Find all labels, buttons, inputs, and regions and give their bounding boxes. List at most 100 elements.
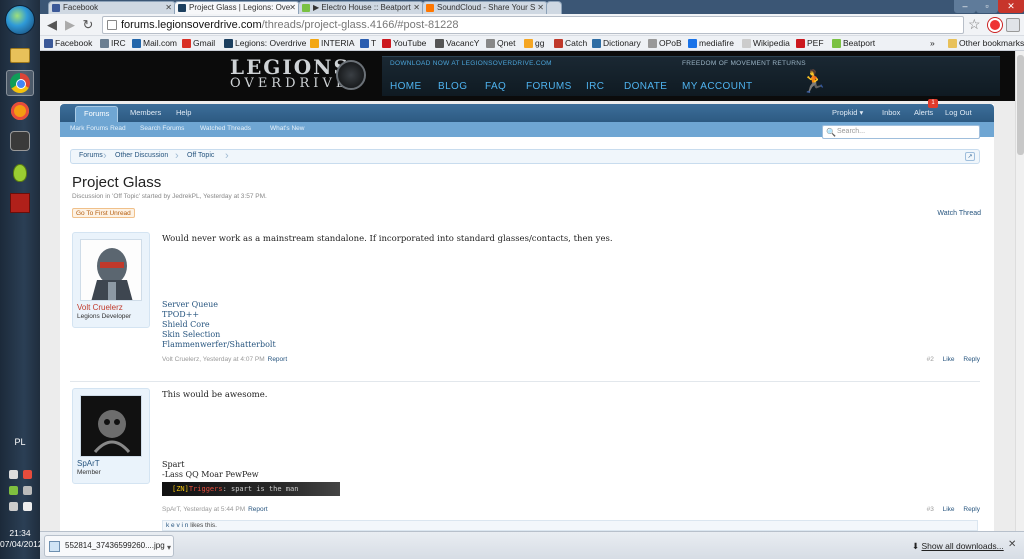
tab-help[interactable]: Help	[176, 108, 191, 117]
bookmark-youtube[interactable]: YouTube	[382, 38, 426, 48]
sig-link-server-queue[interactable]: Server Queue	[162, 300, 218, 309]
tab-soundcloud[interactable]: SoundCloud - Share Your S ✕	[422, 1, 548, 14]
tray-usb-icon[interactable]	[9, 502, 18, 511]
back-button[interactable]: ◀	[44, 17, 60, 33]
system-clock[interactable]: 21:34 07/04/2012	[0, 528, 43, 550]
tab-members[interactable]: Members	[130, 108, 161, 117]
report-link[interactable]: Report	[248, 506, 268, 513]
download-item[interactable]: 552814_37436599260....jpg ▾	[44, 535, 174, 557]
site-nav-account[interactable]: MY ACCOUNT	[682, 81, 753, 92]
tab-forums[interactable]: Forums	[75, 106, 119, 122]
post-username[interactable]: SpArT	[77, 459, 100, 468]
reply-link[interactable]: Reply	[963, 356, 980, 363]
site-nav-home[interactable]: HOME	[390, 81, 422, 92]
search-input[interactable]: 🔍 Search...	[822, 125, 980, 139]
bookmark-facebook[interactable]: Facebook	[44, 38, 92, 48]
bookmark-dictionary[interactable]: Dictionary	[592, 38, 641, 48]
close-icon[interactable]: ✕	[537, 2, 544, 14]
bookmark-pef[interactable]: PEF	[796, 38, 824, 48]
download-tagline[interactable]: DOWNLOAD NOW AT LEGIONSOVERDRIVE.COM	[390, 60, 552, 67]
forward-button[interactable]: ▶	[62, 17, 78, 33]
like-link[interactable]: Like	[943, 356, 955, 363]
bookmark-mediafire[interactable]: mediafire	[688, 38, 734, 48]
bookmark-vacancy[interactable]: VacancY	[435, 38, 479, 48]
likes-user-link[interactable]: k e v i n	[166, 522, 188, 529]
adblock-icon[interactable]	[988, 18, 1002, 32]
inbox-link[interactable]: Inbox	[882, 108, 900, 117]
close-icon[interactable]: ✕	[289, 2, 296, 14]
sig-link-flammenwerfer[interactable]: Flammenwerfer/Shatterbolt	[162, 340, 276, 349]
bookmark-mail[interactable]: Mail.com	[132, 38, 177, 48]
tab-project-glass[interactable]: Project Glass | Legions: Ove ✕	[174, 1, 300, 14]
download-menu-chevron-icon[interactable]: ▾	[167, 538, 171, 558]
avatar[interactable]	[80, 395, 142, 457]
post-number[interactable]: #2	[927, 356, 934, 363]
tray-antivirus-icon[interactable]	[23, 470, 32, 479]
crumb-other-discussion[interactable]: Other Discussion	[109, 152, 174, 159]
site-nav-irc[interactable]: IRC	[586, 81, 604, 92]
language-indicator[interactable]: PL	[0, 437, 40, 447]
bookmarks-overflow-button[interactable]: »	[930, 38, 935, 48]
bookmark-beatport[interactable]: Beatport	[832, 38, 875, 48]
reply-link[interactable]: Reply	[963, 506, 980, 513]
bookmark-irc[interactable]: IRC	[100, 38, 126, 48]
taskbar-steam[interactable]	[6, 128, 34, 154]
crumb-off-topic[interactable]: Off Topic	[181, 152, 220, 159]
alerts-link[interactable]: Alerts	[914, 108, 933, 117]
whats-new-link[interactable]: What's New	[270, 125, 304, 132]
taskbar-explorer[interactable]	[6, 42, 34, 68]
sig-link-skin-selection[interactable]: Skin Selection	[162, 330, 220, 339]
new-tab-button[interactable]	[546, 1, 562, 14]
bookmark-gmail[interactable]: Gmail	[182, 38, 215, 48]
user-menu[interactable]: Propkid ▾	[832, 108, 863, 117]
tab-beatport[interactable]: ▶ Electro House :: Beatport ✕	[298, 1, 424, 14]
bookmark-opob[interactable]: OPoB	[648, 38, 682, 48]
site-nav-forums[interactable]: FORUMS	[526, 81, 572, 92]
taskbar-sun-app[interactable]	[6, 98, 34, 124]
post-username[interactable]: Volt Cruelerz	[77, 303, 123, 312]
logout-link[interactable]: Log Out	[945, 108, 972, 117]
post-author-date[interactable]: SpArT, Yesterday at 5:44 PM	[162, 506, 245, 513]
close-window-button[interactable]: ✕	[998, 0, 1024, 13]
page-scrollbar[interactable]	[1015, 51, 1024, 531]
close-icon[interactable]: ✕	[413, 2, 420, 14]
search-forums-link[interactable]: Search Forums	[140, 125, 184, 132]
show-all-downloads-link[interactable]: ⬇ Show all downloads...	[912, 541, 1004, 552]
taskbar-chrome[interactable]	[6, 70, 34, 96]
watched-threads-link[interactable]: Watched Threads	[200, 125, 251, 132]
tab-facebook[interactable]: Facebook ✕	[48, 1, 176, 14]
jump-menu-icon[interactable]: ↗	[965, 152, 975, 161]
other-bookmarks[interactable]: Other bookmarks	[948, 38, 1024, 48]
bookmark-interia[interactable]: INTERIA	[310, 38, 355, 48]
scrollbar-thumb[interactable]	[1017, 55, 1024, 155]
close-icon[interactable]: ✕	[1008, 539, 1016, 550]
sig-link-tpod[interactable]: TPOD++	[162, 310, 199, 319]
report-link[interactable]: Report	[268, 356, 288, 363]
bookmark-qnet[interactable]: Qnet	[486, 38, 515, 48]
post-number[interactable]: #3	[927, 506, 934, 513]
bookmark-t[interactable]: T	[360, 38, 376, 48]
tray-flag-icon[interactable]	[23, 486, 32, 495]
tray-network-icon[interactable]	[9, 486, 18, 495]
site-nav-blog[interactable]: BLOG	[438, 81, 467, 92]
like-link[interactable]: Like	[943, 506, 955, 513]
post-author-date[interactable]: Volt Cruelerz, Yesterday at 4:07 PM	[162, 356, 265, 363]
watch-thread-link[interactable]: Watch Thread	[937, 210, 981, 217]
bookmark-catch[interactable]: Catch	[554, 38, 587, 48]
start-button[interactable]	[5, 5, 35, 35]
bookmark-legions[interactable]: Legions: Overdrive	[224, 38, 306, 48]
site-logo[interactable]: LEGIONS OVERDRIVE	[230, 57, 350, 91]
taskbar-tor[interactable]	[6, 160, 34, 186]
bookmark-gg[interactable]: gg	[524, 38, 544, 48]
address-bar[interactable]: forums.legionsoverdrive.com/threads/proj…	[102, 16, 964, 34]
close-icon[interactable]: ✕	[165, 2, 172, 14]
sig-link-shield-core[interactable]: Shield Core	[162, 320, 210, 329]
bookmark-wikipedia[interactable]: Wikipedia	[742, 38, 790, 48]
maximize-button[interactable]: ▫	[976, 0, 998, 13]
minimize-button[interactable]: –	[954, 0, 976, 13]
bookmark-star-icon[interactable]: ☆	[968, 16, 981, 33]
go-first-unread-button[interactable]: Go To First Unread	[72, 208, 135, 218]
site-nav-donate[interactable]: DONATE	[624, 81, 667, 92]
tray-signal-icon[interactable]	[23, 502, 32, 511]
avatar[interactable]	[80, 239, 142, 301]
